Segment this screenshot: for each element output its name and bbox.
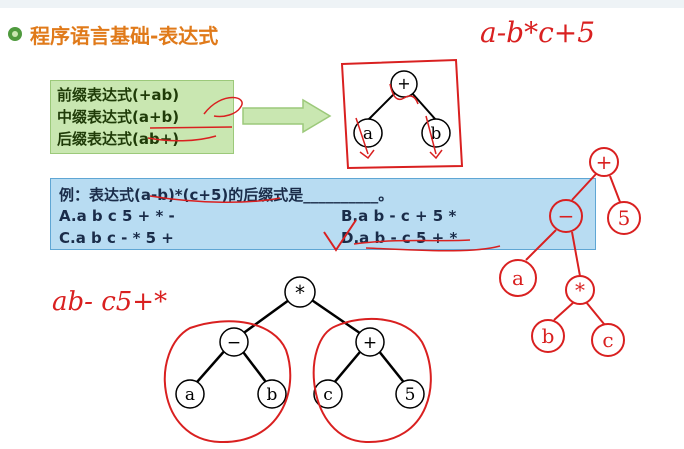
- tree-node-root: +: [390, 70, 418, 98]
- option-c: C.a b c - * 5 +: [59, 229, 174, 247]
- handwritten-node: *: [575, 278, 585, 302]
- question-prompt: 例：表达式(a-b)*(c+5)的后缀式是__________。: [59, 186, 394, 204]
- svg-text:−: −: [227, 333, 241, 353]
- postfix-line: 后缀表达式(ab+): [57, 130, 180, 148]
- prefix-line: 前缀表达式(+ab): [57, 86, 180, 104]
- tree-node-minus: −: [219, 327, 249, 357]
- handwritten-node: a: [512, 266, 524, 290]
- question-box: 例：表达式(a-b)*(c+5)的后缀式是__________。 A.a b c…: [50, 178, 596, 250]
- handwritten-node: c: [602, 328, 613, 352]
- tree-leaf-a: a: [175, 379, 205, 409]
- tree-node-right: b: [421, 118, 451, 148]
- expression-tree: * − + a b c 5: [163, 276, 432, 444]
- svg-text:a: a: [185, 385, 195, 405]
- svg-text:*: *: [295, 281, 305, 305]
- svg-text:+: +: [363, 333, 377, 353]
- handwritten-node: 5: [618, 206, 631, 230]
- svg-text:b: b: [267, 385, 278, 405]
- tree-leaf-b: b: [257, 379, 287, 409]
- svg-text:+: +: [397, 74, 410, 93]
- page-title: 程序语言基础-表达式: [30, 23, 219, 48]
- svg-text:c: c: [323, 385, 333, 405]
- infix-line: 中缀表达式(a+b): [57, 108, 180, 126]
- top-bar: [0, 0, 684, 8]
- option-b: B.a b - c + 5 *: [341, 207, 457, 225]
- bullet-icon: [8, 27, 22, 41]
- right-arrow-icon: [242, 98, 332, 134]
- handwritten-postfix: ab- c5+*: [52, 287, 167, 317]
- tree-leaf-5: 5: [395, 379, 425, 409]
- svg-text:5: 5: [405, 385, 416, 405]
- handwritten-node: b: [542, 324, 555, 348]
- title-row: 程序语言基础-表达式: [6, 16, 218, 52]
- small-expression-tree: + a b: [340, 58, 464, 170]
- option-a: A.a b c 5 + * -: [59, 207, 175, 225]
- tree-node-root: *: [284, 276, 316, 308]
- handwritten-node: +: [596, 150, 613, 174]
- notation-box: 前缀表达式(+ab) 中缀表达式(a+b) 后缀表达式(ab+): [50, 80, 234, 154]
- handwritten-expression-top: a-b*c+5: [480, 16, 595, 49]
- option-d: D.a b - c 5 + *: [341, 229, 458, 247]
- tree-node-plus: +: [355, 327, 385, 357]
